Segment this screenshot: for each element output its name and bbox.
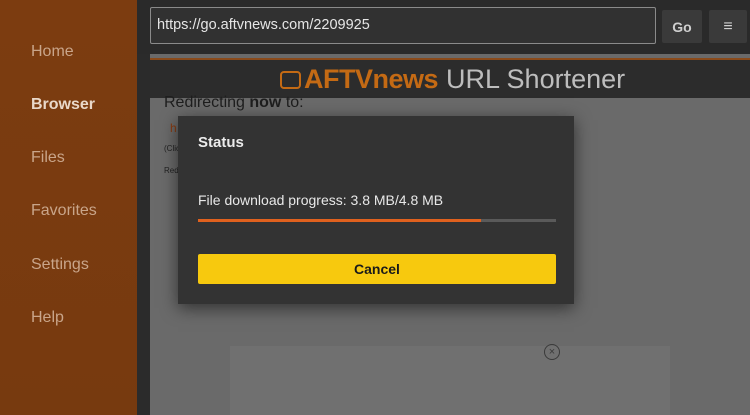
url-input[interactable]: https://go.aftvnews.com/2209925 [150, 7, 656, 44]
sidebar: Home Browser Files Favorites Settings He… [0, 0, 137, 415]
close-icon[interactable]: × [544, 344, 560, 360]
logo-title: URL Shortener [446, 63, 626, 94]
sidebar-item-favorites[interactable]: Favorites [31, 202, 97, 220]
logo-brand: AFTVnews [304, 63, 439, 94]
site-banner: AFTVnews URL Shortener [150, 58, 750, 98]
sidebar-item-help[interactable]: Help [31, 309, 64, 327]
redirect-note-text: Red [164, 166, 179, 175]
progress-fill [198, 219, 482, 222]
sidebar-item-browser[interactable]: Browser [31, 96, 95, 114]
ad-banner[interactable] [230, 346, 670, 415]
tv-icon [280, 71, 301, 89]
redirect-link[interactable]: h [170, 121, 177, 135]
menu-icon[interactable]: ≡ [709, 10, 747, 43]
download-progress-bar [198, 219, 556, 222]
download-progress-text: File download progress: 3.8 MB/4.8 MB [198, 192, 444, 208]
sidebar-item-files[interactable]: Files [31, 149, 65, 167]
site-logo: AFTVnews URL Shortener [280, 64, 625, 94]
cancel-button[interactable]: Cancel [198, 254, 556, 284]
dialog-title: Status [198, 134, 244, 151]
sidebar-item-home[interactable]: Home [31, 43, 74, 61]
status-dialog: Status File download progress: 3.8 MB/4.… [178, 116, 574, 304]
redirect-heading: Redirecting now to: [164, 94, 304, 111]
sidebar-item-settings[interactable]: Settings [31, 256, 89, 274]
go-button[interactable]: Go [662, 10, 702, 43]
